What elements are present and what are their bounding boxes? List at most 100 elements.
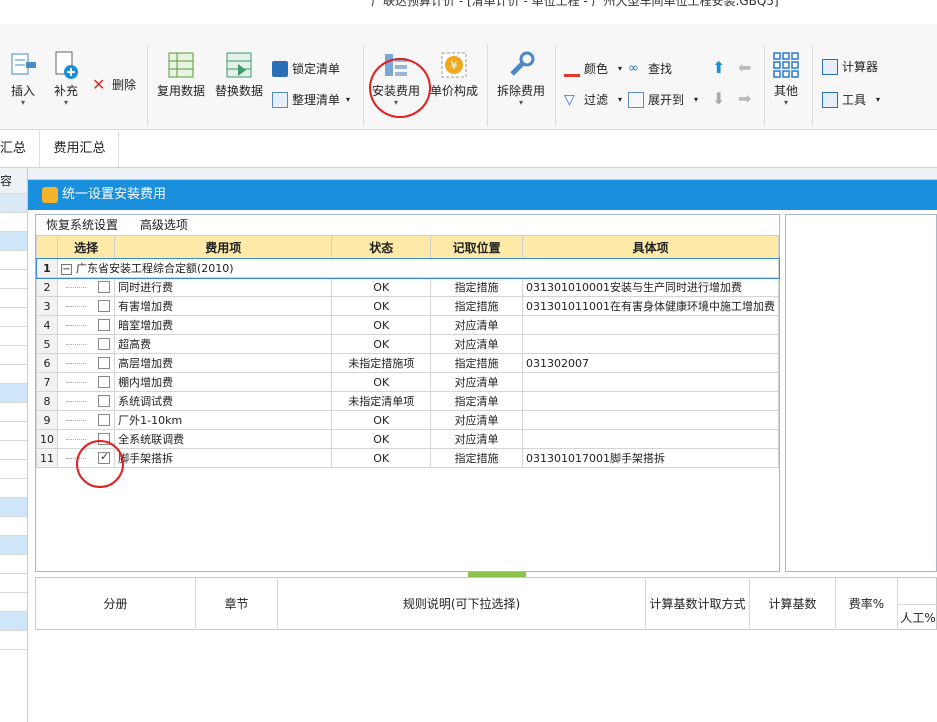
- calculator-button[interactable]: 计算器: [822, 58, 878, 75]
- checkbox-checked[interactable]: [98, 450, 110, 464]
- fee-item-name[interactable]: 超高费: [114, 334, 333, 354]
- checkbox[interactable]: [98, 433, 110, 445]
- remove-fee-button[interactable]: 拆除费用 ▾: [494, 50, 548, 107]
- fee-row[interactable]: 8 系统调试费 未指定清单项 指定清单: [36, 391, 780, 411]
- row-index[interactable]: 11: [36, 448, 58, 468]
- fee-position[interactable]: 对应清单: [430, 372, 523, 392]
- fee-detail[interactable]: 031301010001安装与生产同时进行增加费: [521, 277, 780, 297]
- fee-row[interactable]: 6 高层增加费 未指定措施项 指定措施 031302007: [36, 353, 780, 373]
- checkbox[interactable]: [98, 300, 110, 312]
- delete-button[interactable]: ✕ 删除: [92, 76, 136, 93]
- move-down-button[interactable]: ⬇: [712, 89, 725, 108]
- fee-item-name[interactable]: 同时进行费: [114, 277, 333, 297]
- fee-row[interactable]: 9 厂外1-10km OK 对应清单: [36, 410, 780, 430]
- find-button[interactable]: ∞ 查找: [628, 60, 672, 77]
- fee-position[interactable]: 对应清单: [430, 410, 523, 430]
- fee-detail[interactable]: 031301017001脚手架搭拆: [521, 448, 780, 468]
- fee-status[interactable]: 未指定措施项: [331, 353, 432, 373]
- fee-item-name[interactable]: 厂外1-10km: [114, 410, 333, 430]
- row-index[interactable]: 6: [36, 353, 58, 373]
- tools-button[interactable]: 工具 ▾: [822, 91, 880, 108]
- fee-status[interactable]: OK: [331, 277, 432, 297]
- fee-row[interactable]: 2 同时进行费 OK 指定措施 031301010001安装与生产同时进行增加费: [36, 277, 780, 297]
- row-index[interactable]: 2: [36, 277, 58, 297]
- checkbox[interactable]: [98, 338, 110, 350]
- replace-data-button[interactable]: 替换数据: [212, 50, 266, 99]
- lock-list-button[interactable]: 锁定清单: [272, 60, 340, 77]
- fee-position[interactable]: 指定措施: [430, 277, 523, 297]
- checkbox[interactable]: [98, 357, 110, 369]
- row-index[interactable]: 4: [36, 315, 58, 335]
- fee-detail[interactable]: [521, 315, 780, 335]
- fee-position[interactable]: 对应清单: [430, 315, 523, 335]
- move-up-button[interactable]: ⬆: [712, 58, 725, 77]
- organize-list-button[interactable]: 整理清单 ▾: [272, 91, 350, 108]
- fee-detail[interactable]: 031302007: [521, 353, 780, 373]
- other-button[interactable]: 其他 ▾: [768, 50, 804, 107]
- fee-row[interactable]: 5 超高费 OK 对应清单: [36, 334, 780, 354]
- fee-item-name[interactable]: 暗室增加费: [114, 315, 333, 335]
- restore-system-settings-menu[interactable]: 恢复系统设置: [46, 218, 118, 232]
- fee-detail[interactable]: [521, 334, 780, 354]
- fee-item-name[interactable]: 高层增加费: [114, 353, 333, 373]
- fee-status[interactable]: OK: [331, 448, 432, 468]
- supplement-button[interactable]: 补充 ▾: [48, 50, 84, 107]
- divider: [764, 44, 765, 126]
- row-index[interactable]: 10: [36, 429, 58, 449]
- checkbox[interactable]: [98, 376, 110, 388]
- expand-to-button[interactable]: 展开到 ▾: [628, 91, 698, 108]
- fee-item-name[interactable]: 全系统联调费: [114, 429, 333, 449]
- fee-detail[interactable]: [521, 372, 780, 392]
- fee-status[interactable]: OK: [331, 334, 432, 354]
- fee-row[interactable]: 7 棚内增加费 OK 对应清单: [36, 372, 780, 392]
- fee-status[interactable]: OK: [331, 296, 432, 316]
- fee-detail[interactable]: [521, 391, 780, 411]
- fee-position[interactable]: 指定清单: [430, 391, 523, 411]
- fee-position[interactable]: 对应清单: [430, 429, 523, 449]
- filter-button[interactable]: ▽ 过滤 ▾: [564, 91, 622, 108]
- move-left-button[interactable]: ⬅: [738, 58, 751, 77]
- row-index[interactable]: 3: [36, 296, 58, 316]
- unit-price-composition-button[interactable]: ¥ 单价构成: [427, 50, 481, 99]
- group-row[interactable]: 1 − 广东省安装工程综合定额(2010): [35, 257, 780, 279]
- fee-item-name[interactable]: 棚内增加费: [114, 372, 333, 392]
- row-index[interactable]: 7: [36, 372, 58, 392]
- fee-position[interactable]: 指定措施: [430, 353, 523, 373]
- fee-row[interactable]: 4 暗室增加费 OK 对应清单: [36, 315, 780, 335]
- color-button[interactable]: 颜色 ▾: [564, 60, 622, 77]
- fee-item-name[interactable]: 系统调试费: [114, 391, 333, 411]
- reuse-data-button[interactable]: 复用数据: [154, 50, 208, 99]
- insert-button[interactable]: 插入 ▾: [4, 50, 42, 107]
- fee-status[interactable]: OK: [331, 372, 432, 392]
- fee-status[interactable]: OK: [331, 429, 432, 449]
- fee-status[interactable]: OK: [331, 410, 432, 430]
- row-index[interactable]: 9: [36, 410, 58, 430]
- fee-status[interactable]: OK: [331, 315, 432, 335]
- advanced-options-menu[interactable]: 高级选项: [140, 218, 188, 232]
- fee-position[interactable]: 指定措施: [430, 296, 523, 316]
- fee-position[interactable]: 对应清单: [430, 334, 523, 354]
- fee-status[interactable]: 未指定清单项: [331, 391, 432, 411]
- fee-row[interactable]: 11 脚手架搭拆OK指定措施031301017001脚手架搭拆: [36, 448, 780, 468]
- row-index[interactable]: 5: [36, 334, 58, 354]
- fee-detail[interactable]: [521, 429, 780, 449]
- reuse-data-label: 复用数据: [156, 84, 205, 98]
- collapse-toggle-icon[interactable]: −: [61, 263, 72, 275]
- checkbox[interactable]: [98, 319, 110, 331]
- fee-detail[interactable]: 031301011001在有害身体健康环境中施工增加费: [521, 296, 780, 316]
- tab-fee-summary[interactable]: 费用汇总: [41, 131, 119, 167]
- header-detail: 具体项: [521, 235, 780, 259]
- checkbox[interactable]: [98, 395, 110, 407]
- row-index[interactable]: 8: [36, 391, 58, 411]
- fee-item-name[interactable]: 脚手架搭拆: [114, 448, 333, 468]
- move-right-button[interactable]: ➡: [738, 89, 751, 108]
- fee-position[interactable]: 指定措施: [430, 448, 523, 468]
- fee-item-name[interactable]: 有害增加费: [114, 296, 333, 316]
- fee-row[interactable]: 10 全系统联调费 OK 对应清单: [36, 429, 780, 449]
- fee-row[interactable]: 3 有害增加费 OK 指定措施 031301011001在有害身体健康环境中施工增加费: [36, 296, 780, 316]
- tab-summary[interactable]: 汇总: [0, 131, 40, 167]
- install-fee-button[interactable]: 安装费用 ▾: [369, 50, 423, 107]
- checkbox[interactable]: [98, 414, 110, 426]
- checkbox[interactable]: [98, 281, 110, 293]
- fee-detail[interactable]: [521, 410, 780, 430]
